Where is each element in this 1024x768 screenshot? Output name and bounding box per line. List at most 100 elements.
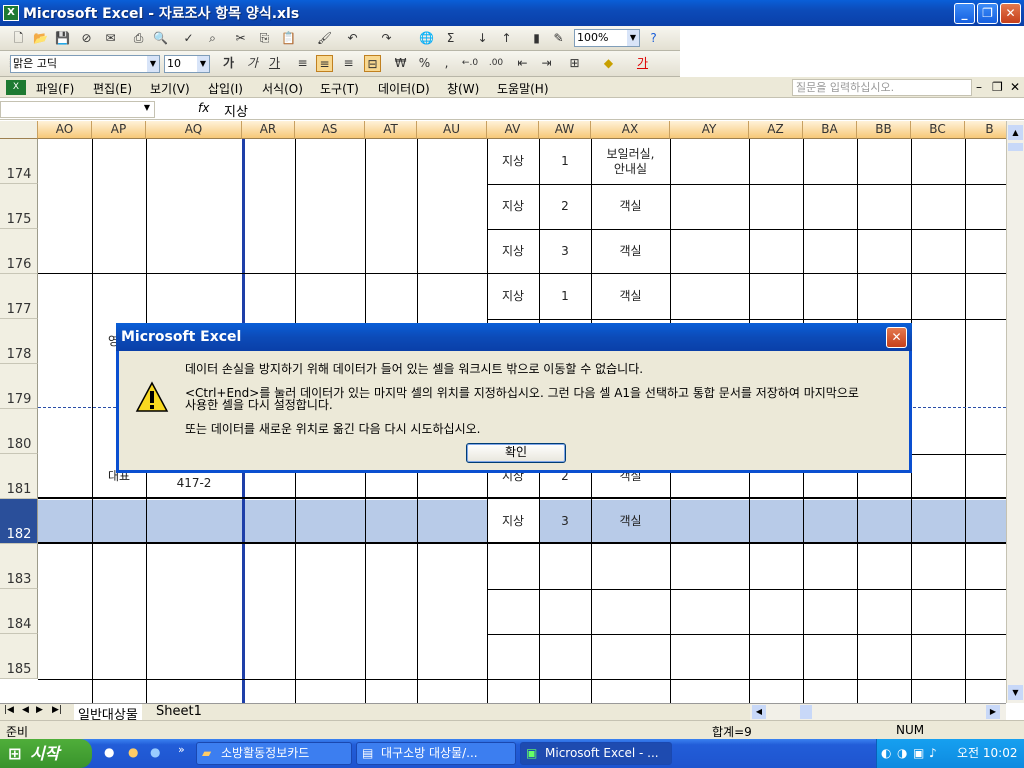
grid-cell[interactable]: 3 — [539, 229, 591, 274]
save-icon[interactable]: 💾 — [54, 30, 71, 47]
row-header[interactable]: 180 — [0, 409, 38, 454]
doc-restore-icon[interactable]: ❐ — [992, 80, 1003, 94]
menu-file[interactable]: 파일(F) — [36, 80, 74, 97]
row-header[interactable]: 175 — [0, 184, 38, 229]
column-header[interactable]: AW — [539, 121, 591, 139]
zoom-select[interactable]: 100% ▼ — [574, 29, 640, 47]
clock[interactable]: 오전 10:02 — [957, 739, 1017, 768]
menu-insert[interactable]: 삽입(I) — [208, 80, 243, 97]
spelling-icon[interactable]: ✓ — [180, 30, 197, 47]
decrease-indent-icon[interactable]: ⇤ — [514, 55, 531, 72]
tray-icon[interactable]: ◐ — [881, 739, 891, 768]
column-header[interactable]: AR — [242, 121, 295, 139]
row-header[interactable]: 178 — [0, 319, 38, 364]
grid-cell[interactable]: 지상 — [487, 184, 539, 229]
tab-last-icon[interactable]: ▶| — [52, 705, 62, 715]
name-box[interactable]: ▼ — [0, 101, 155, 118]
cut-icon[interactable]: ✂ — [232, 30, 249, 47]
function-icon[interactable]: fx — [198, 101, 209, 115]
grid-cell[interactable]: 1 — [539, 139, 591, 184]
menu-window[interactable]: 창(W) — [447, 80, 479, 97]
tab-next-icon[interactable]: ▶ — [36, 705, 43, 715]
doc-minimize-icon[interactable]: – — [976, 80, 982, 94]
column-header[interactable]: BA — [803, 121, 857, 139]
grid-cell[interactable]: 객실 — [591, 229, 670, 274]
formula-content[interactable]: 지상 — [224, 101, 248, 120]
column-header[interactable]: AU — [417, 121, 487, 139]
row-header[interactable]: 185 — [0, 634, 38, 679]
new-icon[interactable]: 🗋 — [10, 30, 27, 47]
help-icon[interactable]: ? — [645, 30, 662, 47]
undo-icon[interactable]: ↶ — [344, 30, 361, 47]
paste-icon[interactable]: 📋 — [280, 30, 297, 47]
help-search-input[interactable]: 질문을 입력하십시오. — [792, 79, 972, 96]
font-size-select[interactable]: 10 ▼ — [164, 55, 210, 73]
select-all-corner[interactable] — [0, 121, 38, 139]
research-icon[interactable]: ⌕ — [204, 30, 221, 47]
restore-button[interactable]: ❐ — [977, 3, 998, 24]
menu-edit[interactable]: 편집(E) — [93, 80, 132, 97]
scroll-up-icon[interactable]: ▲ — [1008, 125, 1023, 140]
print-icon[interactable]: ⎙ — [130, 30, 147, 47]
menu-format[interactable]: 서식(O) — [262, 80, 303, 97]
align-left-icon[interactable]: ≡ — [294, 55, 311, 72]
scroll-right-icon[interactable]: ▶ — [986, 705, 1000, 719]
column-header[interactable]: AQ — [146, 121, 242, 139]
chevron-down-icon[interactable]: ▼ — [197, 56, 209, 72]
italic-button[interactable]: 가 — [244, 55, 261, 72]
row-header[interactable]: 177 — [0, 274, 38, 319]
merge-center-icon[interactable]: ⊟ — [364, 55, 381, 72]
column-header[interactable]: B — [965, 121, 1006, 139]
menu-view[interactable]: 보기(V) — [150, 80, 190, 97]
row-header[interactable]: 176 — [0, 229, 38, 274]
close-button[interactable]: ✕ — [1000, 3, 1021, 24]
column-header[interactable]: AZ — [749, 121, 803, 139]
format-painter-icon[interactable]: 🖌 — [316, 30, 333, 47]
row-header[interactable]: 183 — [0, 544, 38, 589]
chevron-down-icon[interactable]: ▼ — [627, 30, 639, 46]
chevron-down-icon[interactable]: ▼ — [147, 56, 159, 72]
row-header[interactable]: 184 — [0, 589, 38, 634]
redo-icon[interactable]: ↷ — [378, 30, 395, 47]
column-header[interactable]: BB — [857, 121, 911, 139]
scroll-left-icon[interactable]: ◀ — [752, 705, 766, 719]
row-header[interactable]: 179 — [0, 364, 38, 409]
grid-cell[interactable]: 객실 — [591, 499, 670, 544]
grid-cell[interactable]: 객실 — [591, 274, 670, 319]
column-header[interactable]: AO — [38, 121, 92, 139]
grid-cell[interactable]: 3 — [539, 499, 591, 544]
quicklaunch-icon[interactable]: ● — [104, 745, 114, 759]
grid-cell[interactable]: 1 — [539, 274, 591, 319]
chart-wizard-icon[interactable]: ▮ — [528, 30, 545, 47]
font-name-select[interactable]: 맑은 고딕 ▼ — [10, 55, 160, 73]
workbook-icon[interactable]: X — [6, 80, 26, 95]
scroll-down-icon[interactable]: ▼ — [1008, 685, 1023, 700]
start-button[interactable]: ⊞ 시작 — [0, 739, 92, 768]
menu-tools[interactable]: 도구(T) — [320, 80, 359, 97]
grid-cell[interactable]: 지상 — [487, 139, 539, 184]
tray-icon[interactable]: ♪ — [929, 739, 937, 768]
fill-color-icon[interactable]: ◆ — [600, 55, 617, 72]
column-header[interactable]: AP — [92, 121, 146, 139]
drawing-icon[interactable]: ✎ — [550, 30, 567, 47]
open-icon[interactable]: 📂 — [32, 30, 49, 47]
grid-cell[interactable]: 지상 — [487, 499, 539, 544]
comma-button[interactable]: , — [438, 55, 455, 72]
print-preview-icon[interactable]: 🔍 — [152, 30, 169, 47]
column-header[interactable]: AV — [487, 121, 539, 139]
autosum-icon[interactable]: Σ — [442, 30, 459, 47]
align-right-icon[interactable]: ≡ — [340, 55, 357, 72]
vertical-scrollbar[interactable]: ▲ ▼ — [1006, 121, 1024, 703]
column-header[interactable]: AT — [365, 121, 417, 139]
menu-data[interactable]: 데이터(D) — [378, 80, 430, 97]
grid-cell[interactable]: 보일러실, 안내실 — [591, 139, 670, 184]
chevron-down-icon[interactable]: ▼ — [144, 103, 150, 112]
decrease-decimal-button[interactable]: .00 — [484, 55, 508, 72]
tab-prev-icon[interactable]: ◀ — [22, 705, 29, 715]
copy-icon[interactable]: ⎘ — [256, 30, 273, 47]
increase-decimal-button[interactable]: ←.0 — [458, 55, 482, 72]
currency-button[interactable]: ₩ — [392, 55, 409, 72]
minimize-button[interactable]: _ — [954, 3, 975, 24]
grid-cell[interactable]: 2 — [539, 184, 591, 229]
column-header[interactable]: BC — [911, 121, 965, 139]
